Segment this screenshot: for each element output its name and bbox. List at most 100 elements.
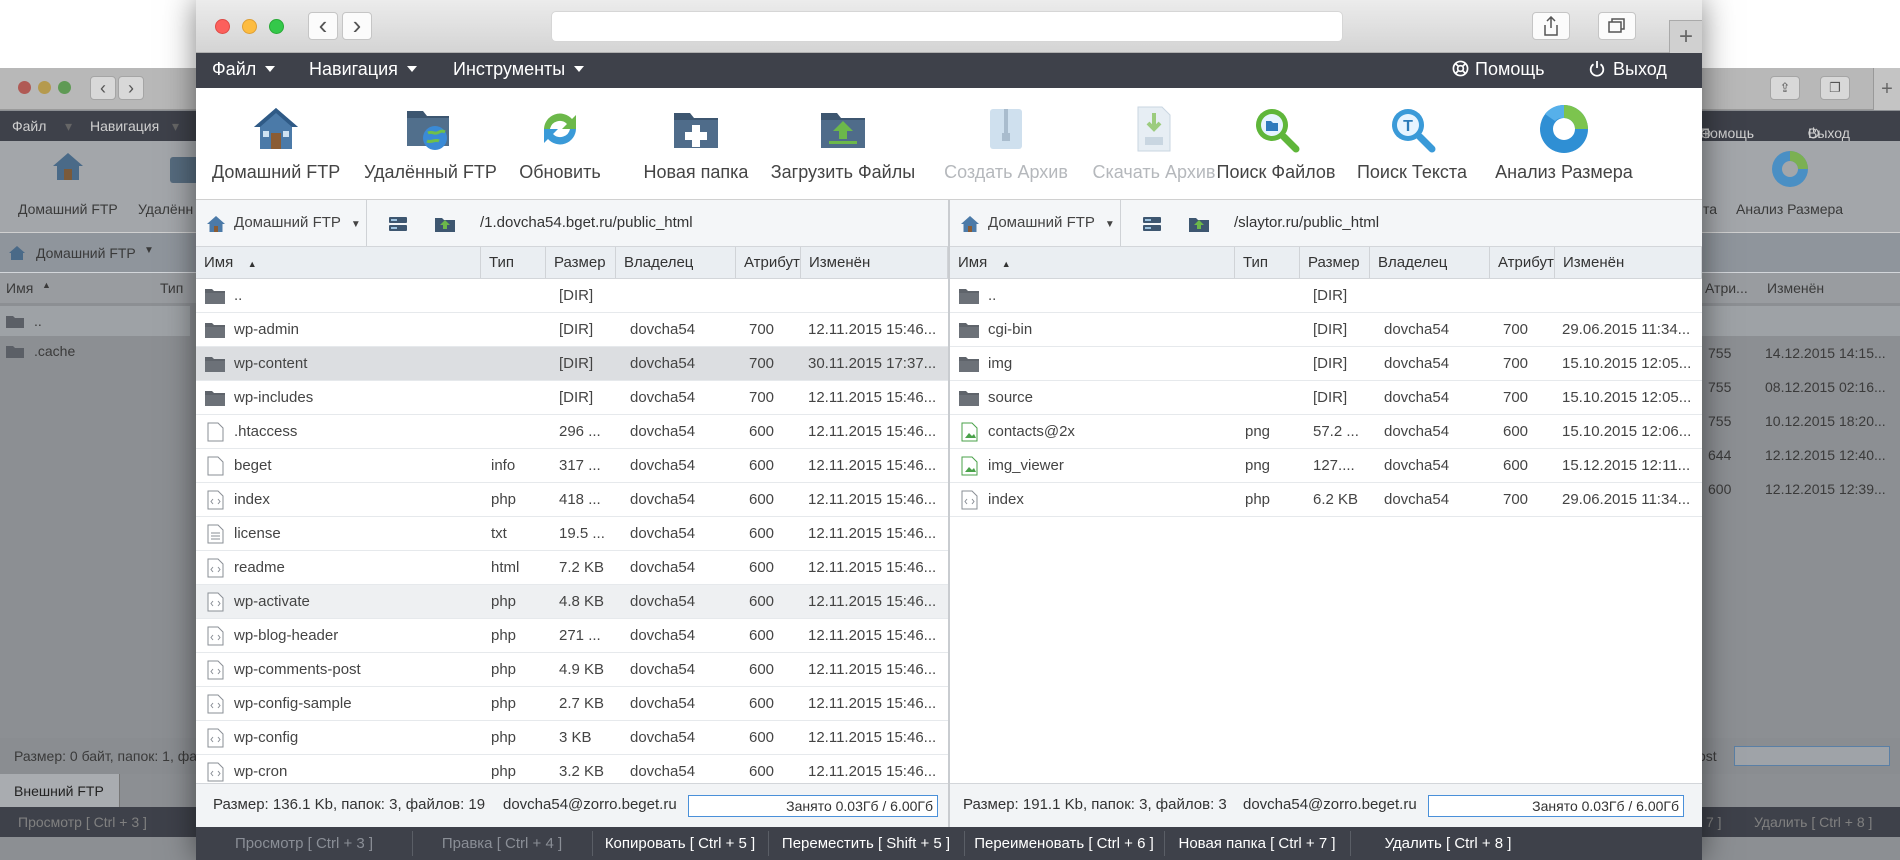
bg-col-modified[interactable]: Изменён <box>1767 280 1824 296</box>
right-path[interactable]: /slaytor.ru/public_html <box>1234 214 1379 231</box>
upload-folder-icon[interactable] <box>434 214 456 234</box>
file-row[interactable]: contacts@2x png 57.2 ... dovcha54 600 15.10.2… <box>950 415 1702 449</box>
share-button[interactable] <box>1532 12 1570 40</box>
tool-create-archive[interactable]: Создать Архив <box>924 88 1088 200</box>
action-delete-button[interactable]: Удалить [ Ctrl + 8 ] <box>1350 827 1546 860</box>
action-view-button[interactable]: Просмотр [ Ctrl + 3 ] <box>196 827 412 860</box>
exit-button[interactable]: Выход <box>1589 59 1667 80</box>
bg-row-up[interactable]: .. <box>0 306 190 336</box>
tool-search-text[interactable]: T Поиск Текста <box>1348 88 1476 200</box>
bg-back-button[interactable]: ‹ <box>90 76 116 100</box>
file-row[interactable]: img [DIR] dovcha54 700 15.10.2015 12:05... <box>950 347 1702 381</box>
file-row[interactable]: index php 418 ... dovcha54 600 12.11.2015 15:… <box>196 483 948 517</box>
file-row[interactable]: .. [DIR] <box>196 279 948 313</box>
tool-size-analysis[interactable]: Анализ Размера <box>1492 88 1636 200</box>
col-type[interactable]: Тип <box>1235 247 1300 278</box>
left-location-select[interactable]: Домашний FTP ▼ <box>234 214 361 231</box>
col-size[interactable]: Размер <box>546 247 616 278</box>
file-row[interactable]: .. [DIR] <box>950 279 1702 313</box>
bg-tool-home-ftp[interactable]: Домашний FTP <box>18 201 118 217</box>
bg-tool-partial[interactable]: та <box>1703 201 1717 217</box>
bg-minimize-icon[interactable] <box>38 81 51 94</box>
action-edit-button[interactable]: Правка [ Ctrl + 4 ] <box>412 827 592 860</box>
close-icon[interactable] <box>215 19 230 34</box>
file-row[interactable]: index php 6.2 KB dovcha54 700 29.06.2015 11:3… <box>950 483 1702 517</box>
bg-close-icon[interactable] <box>18 81 31 94</box>
file-row[interactable]: wp-admin [DIR] dovcha54 700 12.11.2015 15:46… <box>196 313 948 347</box>
tabs-button[interactable] <box>1598 12 1636 40</box>
file-row[interactable]: wp-content [DIR] dovcha54 700 30.11.2015 17:… <box>196 347 948 381</box>
menu-navigation[interactable]: Навигация <box>309 59 417 80</box>
file-row[interactable]: wp-config php 3 KB dovcha54 600 12.11.2015 15… <box>196 721 948 755</box>
col-owner[interactable]: Владелец <box>1370 247 1490 278</box>
bg-delete-button[interactable]: Удалить [ Ctrl + 8 ] <box>1754 814 1872 830</box>
col-attr[interactable]: Атрибуты <box>1490 247 1555 278</box>
zoom-icon[interactable] <box>269 19 284 34</box>
bg-col-type[interactable]: Тип <box>160 280 183 296</box>
col-size[interactable]: Размер <box>1300 247 1370 278</box>
bg-file-row[interactable]: 644 12.12.2015 12:40... <box>1702 438 1900 472</box>
bg-file-row[interactable]: 755 10.12.2015 18:20... <box>1702 404 1900 438</box>
bg-file-row[interactable]: 755 08.12.2015 02:16... <box>1702 370 1900 404</box>
bg-tool-remote-ftp[interactable]: Удалённ <box>138 201 193 217</box>
action-move-button[interactable]: Переместить [ Shift + 5 ] <box>768 827 964 860</box>
action-copy-button[interactable]: Копировать [ Ctrl + 5 ] <box>592 827 768 860</box>
bg-forward-button[interactable]: › <box>118 76 144 100</box>
tool-home-ftp[interactable]: Домашний FTP <box>212 88 340 200</box>
action-rename-button[interactable]: Переименовать [ Ctrl + 6 ] <box>964 827 1164 860</box>
bg-tool-size-analysis[interactable]: Анализ Размера <box>1736 201 1843 217</box>
forward-button[interactable]: › <box>342 12 372 40</box>
file-row[interactable]: wp-config-sample php 2.7 KB dovcha54 600 12.1… <box>196 687 948 721</box>
menu-file[interactable]: Файл <box>212 59 276 80</box>
tool-upload-files[interactable]: Загрузить Файлы <box>758 88 928 200</box>
col-modified[interactable]: Изменён <box>1555 247 1702 278</box>
col-name[interactable]: Имя ▲ <box>196 247 481 278</box>
file-row[interactable]: wp-includes [DIR] dovcha54 700 12.11.2015 15… <box>196 381 948 415</box>
bg-tab-external-ftp[interactable]: Внешний FTP <box>0 774 120 807</box>
right-location-select[interactable]: Домашний FTP ▼ <box>988 214 1115 231</box>
file-row[interactable]: .htaccess 296 ... dovcha54 600 12.11.2015 15… <box>196 415 948 449</box>
file-row[interactable]: readme html 7.2 KB dovcha54 600 12.11.2015 15… <box>196 551 948 585</box>
col-owner[interactable]: Владелец <box>616 247 736 278</box>
file-row[interactable]: wp-cron php 3.2 KB dovcha54 600 12.11.2015 15… <box>196 755 948 783</box>
bg-tabs-icon[interactable]: ❐ <box>1820 76 1850 100</box>
file-row[interactable]: cgi-bin [DIR] dovcha54 700 29.06.2015 11:34.… <box>950 313 1702 347</box>
left-path[interactable]: /1.dovcha54.bget.ru/public_html <box>480 214 693 231</box>
bg-new-tab-button[interactable]: + <box>1873 68 1900 110</box>
file-row[interactable]: img_viewer png 127.... dovcha54 600 15.12.201… <box>950 449 1702 483</box>
help-button[interactable]: Помощь <box>1452 59 1545 80</box>
minimize-icon[interactable] <box>242 19 257 34</box>
address-bar[interactable] <box>551 11 1343 42</box>
action-new-folder-button[interactable]: Новая папка [ Ctrl + 7 ] <box>1164 827 1350 860</box>
tool-new-folder[interactable]: Новая папка <box>624 88 768 200</box>
bg-menu-navigation[interactable]: Навигация <box>90 118 159 134</box>
file-row[interactable]: wp-comments-post php 4.9 KB dovcha54 600 12.1… <box>196 653 948 687</box>
tool-refresh[interactable]: Обновить <box>512 88 608 200</box>
server-icon[interactable] <box>1142 215 1162 233</box>
col-modified[interactable]: Изменён <box>801 247 948 278</box>
bg-menu-file[interactable]: Файл <box>12 118 46 134</box>
file-row[interactable]: beget info 317 ... dovcha54 600 12.11.2015 15… <box>196 449 948 483</box>
tool-search-files[interactable]: Поиск Файлов <box>1208 88 1344 200</box>
col-attr[interactable]: Атрибуты <box>736 247 801 278</box>
bg-col-name[interactable]: Имя <box>6 280 33 296</box>
col-type[interactable]: Тип <box>481 247 546 278</box>
bg-location-select[interactable]: Домашний FTP <box>36 245 136 261</box>
bg-row-cache[interactable]: .cache <box>0 336 190 366</box>
menu-tools[interactable]: Инструменты <box>453 59 585 80</box>
bg-file-row[interactable]: 755 14.12.2015 14:15... <box>1702 336 1900 370</box>
tool-remote-ftp[interactable]: Удалённый FTP <box>364 88 497 200</box>
bg-file-row[interactable]: 600 12.12.2015 12:39... <box>1702 472 1900 506</box>
bg-view-button[interactable]: Просмотр [ Ctrl + 3 ] <box>18 814 147 830</box>
file-row[interactable]: source [DIR] dovcha54 700 15.10.2015 12:05..… <box>950 381 1702 415</box>
back-button[interactable]: ‹ <box>308 12 338 40</box>
server-icon[interactable] <box>388 215 408 233</box>
bg-share-icon[interactable]: ⇪ <box>1770 76 1800 100</box>
bg-zoom-icon[interactable] <box>58 81 71 94</box>
bg-col-attr[interactable]: Атри... <box>1705 280 1748 296</box>
file-row[interactable]: wp-blog-header php 271 ... dovcha54 600 12.11… <box>196 619 948 653</box>
col-name[interactable]: Имя ▲ <box>950 247 1235 278</box>
file-row[interactable]: wp-activate php 4.8 KB dovcha54 600 12.11.201… <box>196 585 948 619</box>
upload-folder-icon[interactable] <box>1188 214 1210 234</box>
file-row[interactable]: license txt 19.5 ... dovcha54 600 12.11.2015 … <box>196 517 948 551</box>
